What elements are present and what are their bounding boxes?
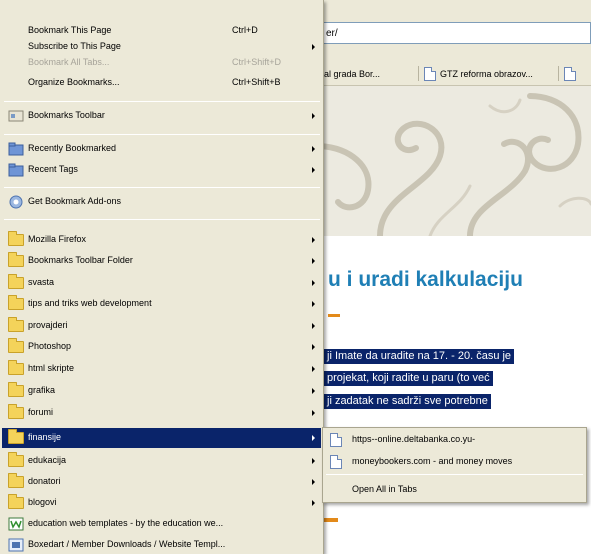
submenu-arrow-icon [312, 388, 315, 394]
bookmarks-toolbar: al grada Bor... GTZ reforma obrazov... [320, 60, 591, 86]
submenu-arrow-icon [312, 366, 315, 372]
bookmark-moneybookers[interactable]: moneybookers.com - and money moves [326, 452, 584, 472]
folder-icon [8, 231, 24, 246]
submenu-arrow-icon [312, 344, 315, 350]
open-all-in-tabs[interactable]: Open All in Tabs [326, 480, 584, 500]
menu-item-recently-bookmarked[interactable]: Recently Bookmarked [2, 139, 321, 159]
submenu-arrow-icon [312, 323, 315, 329]
addons-icon [9, 195, 23, 209]
menu-item-organize-bookmarks[interactable]: Organize Bookmarks... Ctrl+Shift+B [2, 73, 321, 93]
folder-icon [8, 360, 24, 375]
folder-icon [8, 252, 24, 267]
menubar-band [320, 0, 591, 10]
submenu-arrow-icon [312, 146, 315, 152]
footer-link[interactable] [324, 518, 338, 522]
selected-text-line: ji Imate da uradite na 17. - 20. času je [324, 349, 515, 364]
smart-folder-icon [8, 163, 24, 177]
address-text: er/ [326, 28, 338, 39]
menu-item-bookmark-all-tabs: Bookmark All Tabs... Ctrl+Shift+D [28, 57, 282, 67]
selected-text-line: projekat, koji radite u paru (to već [324, 371, 493, 386]
submenu-arrow-icon [312, 410, 315, 416]
page-icon [330, 455, 342, 469]
swirl-decoration [320, 93, 591, 236]
folder-donatori[interactable]: donatori [2, 472, 321, 492]
bookmark-boxedart[interactable]: Boxedart / Member Downloads / Website Te… [2, 535, 321, 554]
bookmark-toolbar-item[interactable] [564, 65, 591, 82]
folder-icon [8, 382, 24, 397]
bookmarks-toolbar-icon [8, 110, 24, 122]
submenu-arrow-icon [312, 435, 315, 441]
submenu-arrow-icon [312, 44, 315, 50]
swirl-banner [320, 86, 591, 236]
folder-icon [8, 429, 24, 444]
folder-icon [8, 274, 24, 289]
page-icon [564, 66, 576, 81]
folder-icon [8, 317, 24, 332]
page-icon [424, 66, 436, 81]
site-favicon [8, 538, 24, 552]
page-icon [330, 433, 342, 447]
submenu-arrow-icon [312, 167, 315, 173]
folder-icon [8, 338, 24, 353]
bookmarks-menu: Bookmark This Page Ctrl+D Subscribe to T… [0, 0, 324, 554]
menu-item-bookmarks-toolbar[interactable]: Bookmarks Toolbar [2, 106, 321, 126]
author-link[interactable] [328, 314, 340, 317]
article-heading: u i uradi kalkulaciju [328, 268, 523, 291]
menu-item-get-bookmark-addons[interactable]: Get Bookmark Add-ons [2, 192, 321, 212]
folder-finansije[interactable]: finansije [2, 428, 321, 448]
folder-icon [8, 473, 24, 488]
folder-grafika[interactable]: grafika [2, 381, 321, 401]
submenu-arrow-icon [312, 500, 315, 506]
folder-blogovi[interactable]: blogovi [2, 493, 321, 513]
folder-mozilla-firefox[interactable]: Mozilla Firefox [2, 230, 321, 250]
submenu-arrow-icon [312, 458, 315, 464]
folder-icon [8, 404, 24, 419]
folder-icon [8, 452, 24, 467]
submenu-arrow-icon [312, 258, 315, 264]
folder-forumi[interactable]: forumi [2, 403, 321, 423]
submenu-arrow-icon [312, 301, 315, 307]
folder-bookmarks-toolbar-folder[interactable]: Bookmarks Toolbar Folder [2, 251, 321, 271]
bookmark-education-web-templates[interactable]: education web templates - by the educati… [2, 514, 321, 534]
folder-photoshop[interactable]: Photoshop [2, 337, 321, 357]
smart-folder-icon [8, 142, 24, 156]
folder-icon [8, 494, 24, 509]
site-favicon [8, 517, 24, 531]
submenu-arrow-icon [312, 237, 315, 243]
folder-icon [8, 295, 24, 310]
submenu-arrow-icon [312, 113, 315, 119]
folder-edukacija[interactable]: edukacija [2, 451, 321, 471]
folder-html-skripte[interactable]: html skripte [2, 359, 321, 379]
address-bar[interactable]: er/ [320, 22, 591, 44]
folder-svasta[interactable]: svasta [2, 273, 321, 293]
folder-provajderi[interactable]: provajderi [2, 316, 321, 336]
bookmark-toolbar-item[interactable]: GTZ reforma obrazov... [424, 65, 542, 82]
finansije-submenu: https--online.deltabanka.co.yu- moneyboo… [322, 427, 587, 503]
submenu-arrow-icon [312, 479, 315, 485]
bookmark-toolbar-item[interactable]: al grada Bor... [324, 65, 414, 82]
menu-item-recent-tags[interactable]: Recent Tags [2, 160, 321, 180]
folder-tips-and-triks[interactable]: tips and triks web development [2, 294, 321, 314]
bookmark-deltabanka[interactable]: https--online.deltabanka.co.yu- [326, 430, 584, 450]
selected-text-line: ji zadatak ne sadrži sve potrebne [324, 394, 491, 409]
submenu-arrow-icon [312, 280, 315, 286]
